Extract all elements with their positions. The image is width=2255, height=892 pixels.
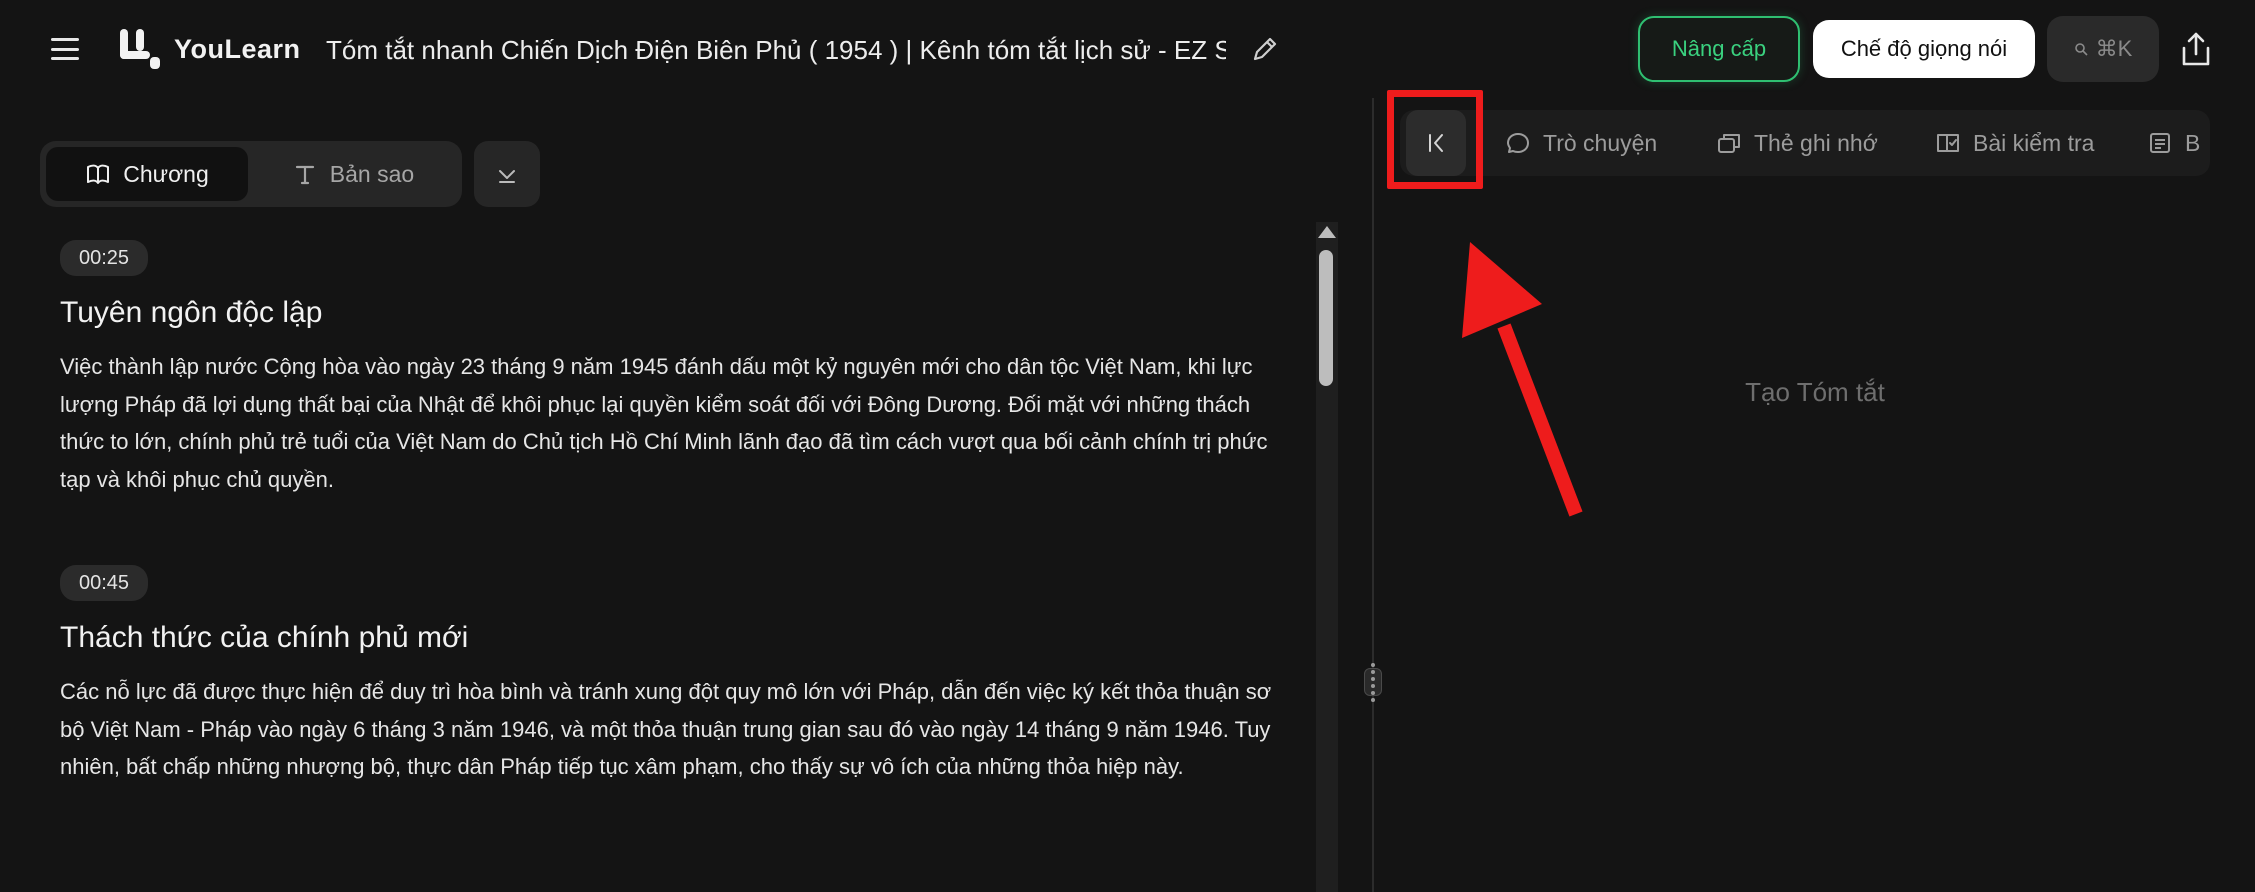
tab-summary-label: B — [2185, 129, 2201, 156]
chapter-summary: Việc thành lập nước Cộng hòa vào ngày 23… — [60, 354, 1268, 492]
scroll-up-arrow-icon[interactable] — [1318, 226, 1336, 238]
text-type-icon — [295, 165, 314, 185]
create-summary-placeholder[interactable]: Tạo Tóm tắt — [1700, 372, 1930, 412]
tab-chat[interactable]: Trò chuyện — [1505, 110, 1657, 176]
tab-flashcards[interactable]: Thẻ ghi nhớ — [1716, 110, 1878, 176]
collapse-all-button[interactable] — [474, 141, 540, 207]
chapter-title: Thách thức của chính phủ mới — [60, 621, 469, 654]
brand-logo[interactable]: YouLearn — [116, 27, 301, 71]
document-icon — [2150, 133, 2170, 153]
chapter-item: 00:45 Thách thức của chính phủ mới Các n… — [60, 565, 1300, 786]
upgrade-button[interactable]: Nâng cấp — [1638, 16, 1800, 82]
timestamp-badge[interactable]: 00:25 — [60, 240, 149, 276]
tab-summary-partial[interactable]: B — [2147, 110, 2210, 176]
tab-transcript-label: Bản sao — [329, 160, 415, 187]
document-title[interactable]: Tóm tắt nhanh Chiến Dịch Điện Biên Phủ (… — [326, 30, 1226, 70]
tab-transcript[interactable]: Bản sao — [254, 147, 452, 201]
chapter-item: 00:25 Tuyên ngôn độc lập Việc thành lập … — [60, 240, 1300, 498]
chevron-collapse-icon — [499, 170, 515, 183]
annotation-arrow-icon — [1462, 242, 1583, 517]
share-icon[interactable] — [2178, 30, 2214, 68]
tab-quiz[interactable]: Bài kiểm tra — [1935, 110, 2094, 176]
top-bar: YouLearn Tóm tắt nhanh Chiến Dịch Điện B… — [0, 0, 2255, 98]
tab-chapters[interactable]: Chương — [46, 147, 248, 201]
tab-quiz-label: Bài kiểm tra — [1973, 129, 2095, 156]
annotation-highlight-box — [1387, 90, 1483, 189]
tab-chat-label: Trò chuyện — [1543, 129, 1658, 156]
timestamp-badge[interactable]: 00:45 — [60, 565, 149, 601]
search-button[interactable]: ⌘K — [2047, 16, 2159, 82]
quiz-icon — [1937, 134, 1959, 152]
book-open-icon — [87, 164, 110, 184]
cards-icon — [1718, 134, 1740, 153]
tab-chapters-label: Chương — [123, 160, 209, 187]
pencil-edit-icon[interactable] — [1250, 34, 1280, 64]
chapter-summary: Các nỗ lực đã được thực hiện để duy trì … — [60, 679, 1272, 779]
panel-divider — [1372, 98, 1374, 892]
chat-bubble-icon — [1507, 133, 1529, 153]
youlearn-logo-icon — [120, 29, 160, 69]
voice-mode-button[interactable]: Chế độ giọng nói — [1813, 20, 2035, 78]
resize-handle[interactable] — [1364, 662, 1382, 702]
chapter-title: Tuyên ngôn độc lập — [60, 296, 323, 329]
scrollbar-thumb[interactable] — [1319, 250, 1333, 386]
hamburger-menu-icon[interactable] — [48, 34, 82, 64]
view-switcher: Chương Bản sao — [40, 141, 462, 207]
tab-flashcards-label: Thẻ ghi nhớ — [1754, 129, 1878, 156]
brand-name: YouLearn — [174, 33, 301, 64]
search-icon — [2074, 43, 2088, 56]
search-shortcut: ⌘K — [2095, 36, 2133, 61]
